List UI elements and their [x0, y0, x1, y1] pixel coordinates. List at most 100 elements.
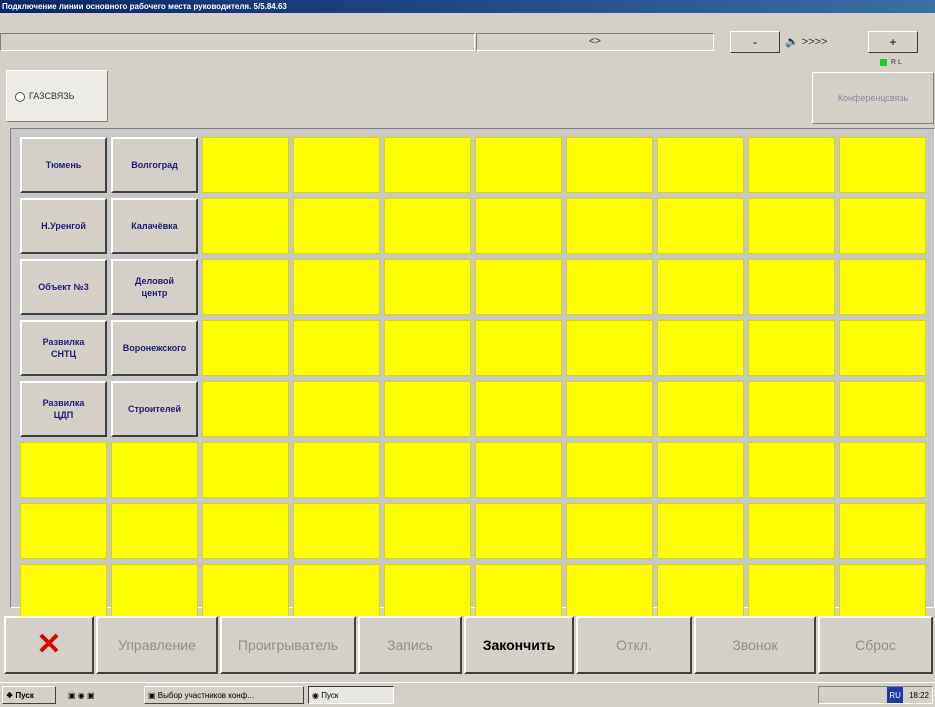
line-button[interactable]: Тюмень: [20, 137, 107, 193]
empty-line-slot[interactable]: [293, 503, 380, 559]
empty-line-slot[interactable]: [202, 320, 289, 376]
line-button[interactable]: Н.Уренгой: [20, 198, 107, 254]
empty-line-slot[interactable]: [20, 564, 107, 620]
empty-line-slot[interactable]: [839, 381, 926, 437]
quick-launch[interactable]: ▣ ◉ ▣: [64, 686, 134, 704]
empty-line-slot[interactable]: [202, 259, 289, 315]
empty-line-slot[interactable]: [566, 137, 653, 193]
empty-line-slot[interactable]: [111, 564, 198, 620]
empty-line-slot[interactable]: [202, 503, 289, 559]
line-button[interactable]: Волгоград: [111, 137, 198, 193]
line-button[interactable]: Развилка СНТЦ: [20, 320, 107, 376]
empty-line-slot[interactable]: [384, 503, 471, 559]
empty-line-slot[interactable]: [657, 259, 744, 315]
empty-line-slot[interactable]: [384, 137, 471, 193]
empty-line-slot[interactable]: [748, 381, 835, 437]
mode-selector[interactable]: ГАЗСВЯЗЬ: [6, 70, 108, 122]
empty-line-slot[interactable]: [475, 381, 562, 437]
language-indicator[interactable]: RU: [887, 687, 903, 703]
empty-line-slot[interactable]: [566, 320, 653, 376]
toolbar-button[interactable]: Запись: [358, 616, 462, 674]
line-button[interactable]: Калачёвка: [111, 198, 198, 254]
empty-line-slot[interactable]: [293, 381, 380, 437]
toolbar-button[interactable]: Звонок: [694, 616, 816, 674]
empty-line-slot[interactable]: [384, 442, 471, 498]
empty-line-slot[interactable]: [566, 259, 653, 315]
start-label: Пуск: [15, 691, 34, 700]
empty-line-slot[interactable]: [657, 381, 744, 437]
empty-line-slot[interactable]: [839, 564, 926, 620]
empty-line-slot[interactable]: [839, 503, 926, 559]
empty-line-slot[interactable]: [293, 137, 380, 193]
toolbar-button[interactable]: Закончить: [464, 616, 574, 674]
toolbar-button[interactable]: Сброс: [818, 616, 933, 674]
empty-line-slot[interactable]: [202, 564, 289, 620]
empty-line-slot[interactable]: [293, 320, 380, 376]
empty-line-slot[interactable]: [475, 442, 562, 498]
empty-line-slot[interactable]: [111, 442, 198, 498]
empty-line-slot[interactable]: [748, 259, 835, 315]
empty-line-slot[interactable]: [748, 320, 835, 376]
taskbar-window-1[interactable]: ▣ Выбор участников конф...: [144, 686, 304, 704]
conference-button[interactable]: Конференцсвязь: [812, 72, 934, 124]
empty-line-slot[interactable]: [748, 442, 835, 498]
empty-line-slot[interactable]: [839, 442, 926, 498]
empty-line-slot[interactable]: [657, 137, 744, 193]
empty-line-slot[interactable]: [384, 198, 471, 254]
empty-line-slot[interactable]: [657, 564, 744, 620]
empty-line-slot[interactable]: [748, 564, 835, 620]
empty-line-slot[interactable]: [839, 320, 926, 376]
empty-line-slot[interactable]: [839, 259, 926, 315]
empty-line-slot[interactable]: [202, 381, 289, 437]
start-button[interactable]: ❖ Пуск: [2, 686, 56, 704]
empty-line-slot[interactable]: [566, 198, 653, 254]
empty-line-slot[interactable]: [475, 137, 562, 193]
empty-line-slot[interactable]: [566, 503, 653, 559]
empty-line-slot[interactable]: [657, 320, 744, 376]
toolbar-button[interactable]: Проигрыватель: [220, 616, 356, 674]
line-button[interactable]: Объект №3: [20, 259, 107, 315]
empty-line-slot[interactable]: [202, 442, 289, 498]
empty-line-slot[interactable]: [748, 198, 835, 254]
line-button[interactable]: Воронежского: [111, 320, 198, 376]
empty-line-slot[interactable]: [748, 503, 835, 559]
empty-line-slot[interactable]: [293, 259, 380, 315]
empty-line-slot[interactable]: [475, 564, 562, 620]
empty-line-slot[interactable]: [384, 259, 471, 315]
empty-line-slot[interactable]: [566, 442, 653, 498]
toolbar-button[interactable]: Откл.: [576, 616, 692, 674]
empty-line-slot[interactable]: [202, 137, 289, 193]
empty-line-slot[interactable]: [566, 564, 653, 620]
empty-line-slot[interactable]: [20, 503, 107, 559]
empty-line-slot[interactable]: [293, 442, 380, 498]
empty-line-slot[interactable]: [475, 503, 562, 559]
empty-line-slot[interactable]: [293, 564, 380, 620]
radio-icon[interactable]: [15, 91, 25, 102]
empty-line-slot[interactable]: [20, 442, 107, 498]
empty-line-slot[interactable]: [475, 259, 562, 315]
empty-line-slot[interactable]: [293, 198, 380, 254]
empty-line-slot[interactable]: [839, 137, 926, 193]
line-button[interactable]: Развилка ЦДП: [20, 381, 107, 437]
empty-line-slot[interactable]: [839, 198, 926, 254]
empty-line-slot[interactable]: [384, 320, 471, 376]
empty-line-slot[interactable]: [111, 503, 198, 559]
empty-line-slot[interactable]: [748, 137, 835, 193]
toolbar-button[interactable]: Управление: [96, 616, 218, 674]
empty-line-slot[interactable]: [657, 503, 744, 559]
taskbar-window-2[interactable]: ◉ Пуск: [308, 686, 394, 704]
line-button[interactable]: Деловой центр: [111, 259, 198, 315]
empty-line-slot[interactable]: [566, 381, 653, 437]
empty-line-slot[interactable]: [657, 198, 744, 254]
empty-line-slot[interactable]: [384, 564, 471, 620]
empty-line-slot[interactable]: [202, 198, 289, 254]
line-button[interactable]: Строителей: [111, 381, 198, 437]
empty-line-slot[interactable]: [475, 198, 562, 254]
empty-line-slot[interactable]: [657, 442, 744, 498]
close-button[interactable]: ✕: [4, 616, 94, 674]
empty-line-slot[interactable]: [475, 320, 562, 376]
volume-down-button[interactable]: -: [730, 31, 780, 53]
volume-up-button[interactable]: +: [868, 31, 918, 53]
empty-line-slot[interactable]: [384, 381, 471, 437]
close-x-icon: ✕: [36, 628, 62, 661]
